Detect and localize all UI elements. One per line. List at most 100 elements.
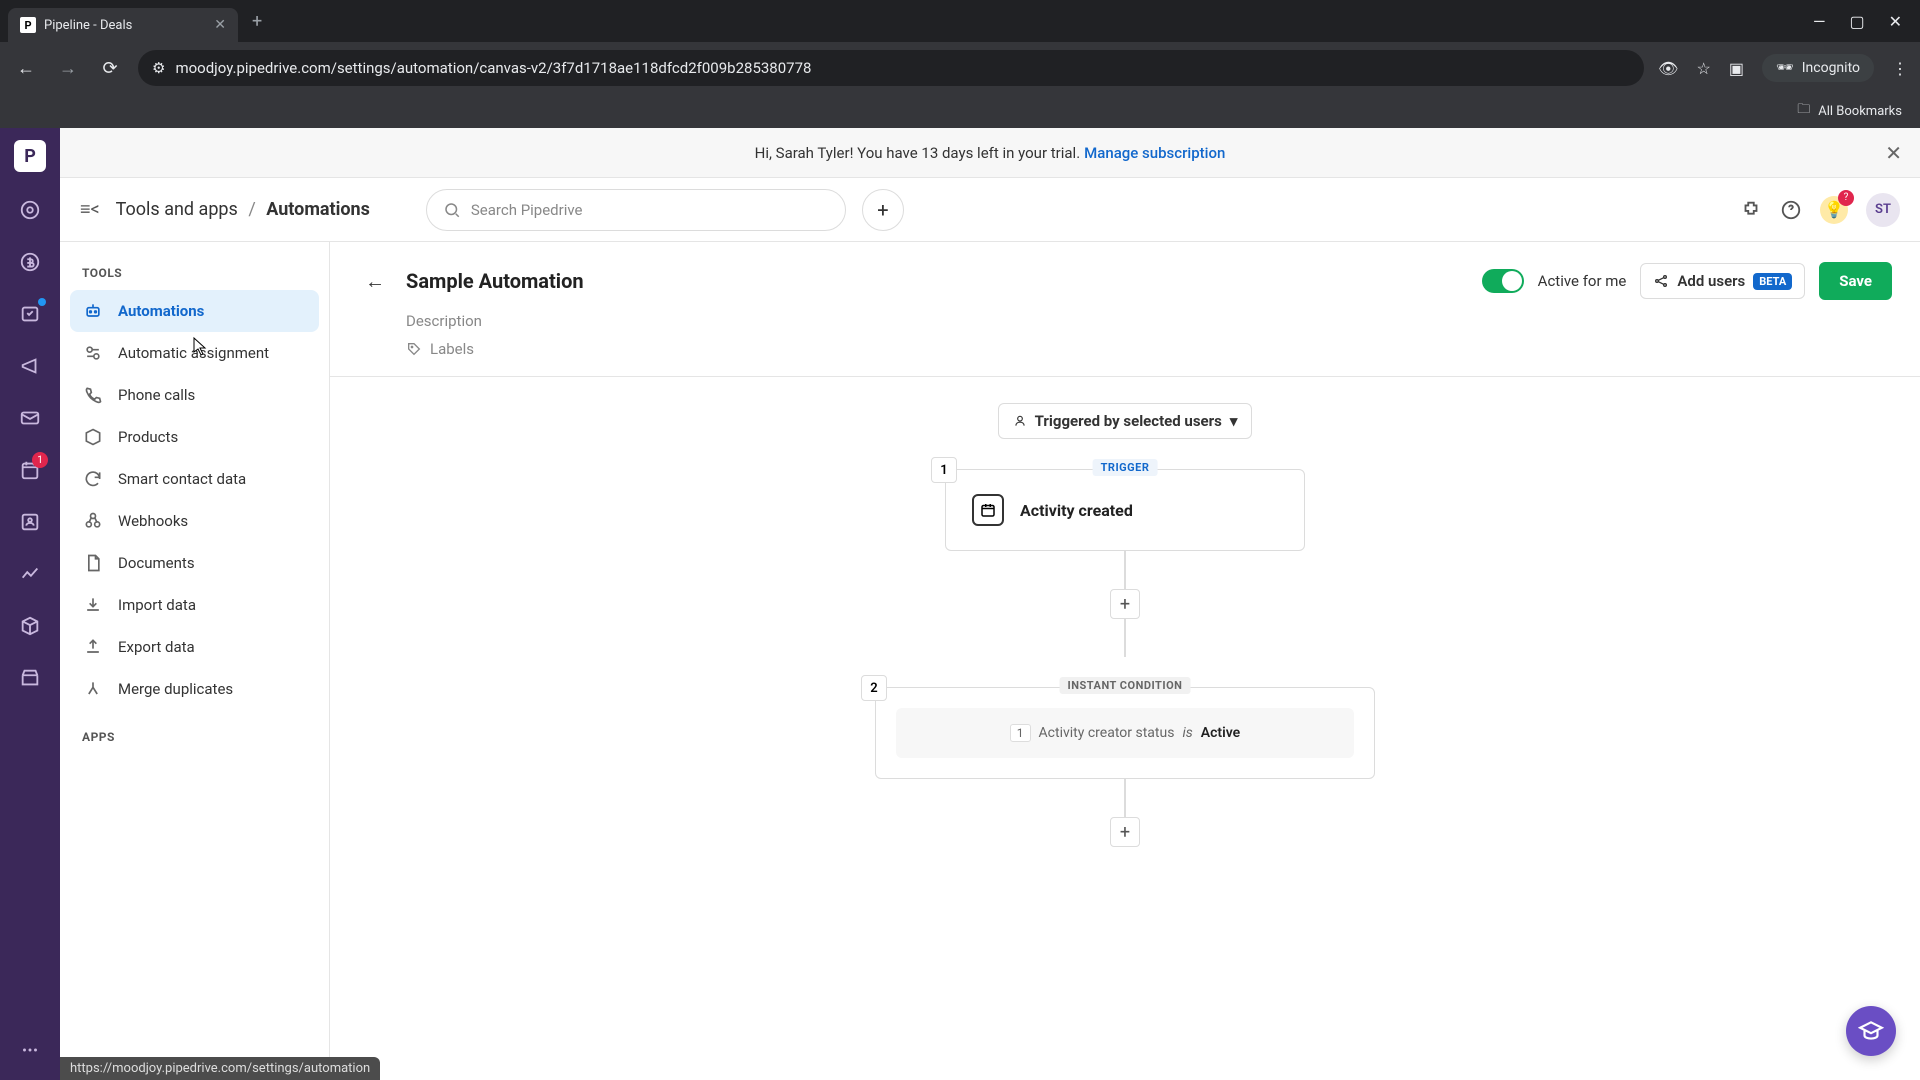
description-field[interactable]: Description [406,312,1892,330]
sidebar-item-products[interactable]: Products [70,416,319,458]
search-placeholder: Search Pipedrive [471,201,583,219]
rail-more-icon[interactable] [16,1036,44,1064]
download-icon [82,594,104,616]
user-avatar[interactable]: ST [1866,193,1900,227]
step-number: 1 [931,457,957,483]
document-icon [82,552,104,574]
add-step-button[interactable]: + [1110,589,1140,619]
eye-off-icon[interactable]: 👁 [1658,59,1678,78]
sales-assistant-button[interactable]: 💡 ? [1820,196,1848,224]
phone-icon [82,384,104,406]
tab-close-icon[interactable]: ✕ [214,17,226,33]
site-info-icon[interactable]: ⚙ [152,59,165,77]
add-step-button[interactable]: + [1110,817,1140,847]
trigger-node[interactable]: 1 TRIGGER Activity created [945,469,1305,551]
manage-subscription-link[interactable]: Manage subscription [1084,144,1225,162]
condition-badge: INSTANT CONDITION [1060,677,1191,694]
user-icon [1013,414,1027,428]
folder-icon: 🗀 [1797,100,1810,122]
extensions-icon[interactable] [1740,199,1762,221]
rail-insights-icon[interactable] [16,560,44,588]
sidebar-item-merge[interactable]: Merge duplicates [70,668,319,710]
labels-field[interactable]: Labels [406,340,1892,358]
search-input[interactable]: Search Pipedrive [426,189,846,231]
kebab-menu-icon[interactable]: ⋮ [1892,59,1908,78]
browser-tab[interactable]: P Pipeline - Deals ✕ [8,8,238,42]
sidebar-item-auto-assignment[interactable]: Automatic assignment [70,332,319,374]
academy-fab[interactable] [1846,1006,1896,1056]
collapse-sidebar-icon[interactable]: ≡< [80,199,100,220]
banner-close-icon[interactable]: ✕ [1885,141,1902,165]
url-field[interactable]: ⚙ moodjoy.pipedrive.com/settings/automat… [138,50,1644,86]
sidebar-item-export[interactable]: Export data [70,626,319,668]
flow-container: Triggered by selected users ▾ 1 TRIGGER … [330,376,1920,847]
new-tab-button[interactable]: + [252,11,262,32]
back-icon[interactable]: ← [12,58,40,79]
sidebar-item-smart-contact[interactable]: Smart contact data [70,458,319,500]
reload-icon[interactable]: ⟳ [96,58,124,79]
robot-icon [82,300,104,322]
tab-bar: P Pipeline - Deals ✕ + — ▢ ✕ [0,0,1920,42]
rail-focus-icon[interactable] [16,196,44,224]
rail-campaigns-icon[interactable] [16,352,44,380]
sidebar-item-label: Phone calls [118,386,195,404]
sidebar-item-import[interactable]: Import data [70,584,319,626]
share-icon [1653,273,1669,289]
add-users-button[interactable]: Add users BETA [1640,263,1805,299]
sidebar-item-automations[interactable]: Automations [70,290,319,332]
rail-mail-icon[interactable] [16,404,44,432]
triggered-by-dropdown[interactable]: Triggered by selected users ▾ [998,403,1253,439]
rail-activities-icon[interactable]: 1 [16,456,44,484]
sidebar-item-label: Automatic assignment [118,344,269,362]
minimize-icon[interactable]: — [1813,12,1826,31]
graduation-icon [1858,1018,1884,1044]
search-icon [443,201,461,219]
bookmarks-bar: 🗀 All Bookmarks [0,94,1920,128]
maximize-icon[interactable]: ▢ [1849,12,1864,31]
condition-chip: 1 [1010,724,1031,742]
webhook-icon [82,510,104,532]
browser-chrome: P Pipeline - Deals ✕ + — ▢ ✕ ← → ⟳ ⚙ moo… [0,0,1920,128]
back-button[interactable]: ← [358,264,392,298]
tag-icon [406,341,422,357]
rail-contacts-icon[interactable] [16,508,44,536]
breadcrumb-parent[interactable]: Tools and apps [116,199,238,220]
help-icon[interactable] [1780,199,1802,221]
sidebar-item-label: Smart contact data [118,470,246,488]
incognito-indicator[interactable]: 🕶 Incognito [1762,54,1874,82]
star-icon[interactable]: ☆ [1696,59,1710,78]
breadcrumb-current: Automations [266,199,370,220]
condition-inner: 1 Activity creator status is Active [896,708,1354,758]
automation-header: ← Sample Automation Active for me Add us… [330,242,1920,312]
close-window-icon[interactable]: ✕ [1889,12,1902,31]
app-logo[interactable]: P [14,140,46,172]
sidebar-item-label: Import data [118,596,196,614]
condition-field: Activity creator status [1039,725,1175,741]
condition-node[interactable]: 2 INSTANT CONDITION 1 Activity creator s… [875,687,1375,779]
beta-badge: BETA [1753,273,1792,290]
rail-deals-icon[interactable] [16,248,44,276]
save-button[interactable]: Save [1819,262,1892,300]
url-text: moodjoy.pipedrive.com/settings/automatio… [175,59,811,77]
sidebar-item-webhooks[interactable]: Webhooks [70,500,319,542]
active-toggle[interactable] [1482,269,1524,293]
rail-products-icon[interactable] [16,612,44,640]
rail-marketplace-icon[interactable] [16,664,44,692]
sidebar-item-phone-calls[interactable]: Phone calls [70,374,319,416]
automation-title[interactable]: Sample Automation [406,269,584,293]
trigger-text: Activity created [1020,501,1133,520]
sidebar-item-documents[interactable]: Documents [70,542,319,584]
sidebar-item-label: Webhooks [118,512,188,530]
quick-add-button[interactable]: + [862,189,904,231]
condition-value: Active [1201,725,1240,741]
breadcrumb: Tools and apps / Automations [116,199,370,220]
connector [1124,551,1126,589]
rail-projects-icon[interactable] [16,300,44,328]
bulb-badge: ? [1838,190,1854,206]
all-bookmarks[interactable]: All Bookmarks [1818,104,1902,119]
app-root: P 1 Hi, Sarah Tyler! You have 13 days le… [0,128,1920,1080]
panel-icon[interactable]: ▣ [1729,59,1744,78]
sidebar-item-label: Automations [118,302,204,320]
assignment-icon [82,342,104,364]
sidebar-item-label: Merge duplicates [118,680,233,698]
